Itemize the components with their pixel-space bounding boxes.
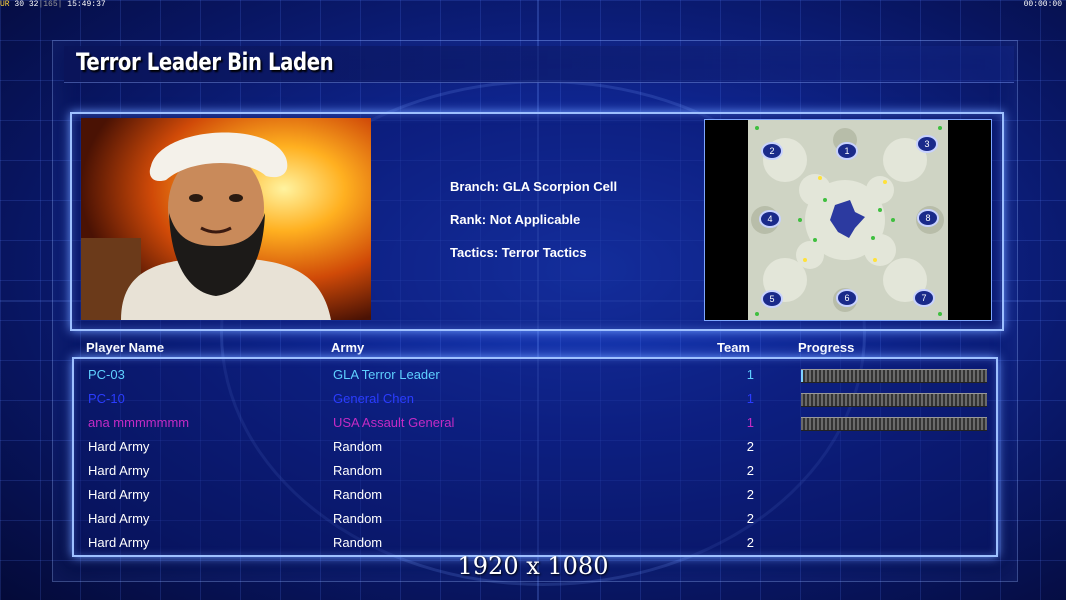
map-slot-4[interactable]: 4 — [759, 210, 781, 228]
table-row: ana mmmmmmm USA Assault General 1 — [74, 411, 996, 435]
map-slot-2[interactable]: 2 — [761, 142, 783, 160]
header-army: Army — [331, 340, 365, 355]
player-army: Random — [333, 439, 383, 454]
map-slot-6[interactable]: 6 — [836, 289, 858, 307]
player-team: 2 — [746, 535, 754, 550]
table-row: PC-10 General Chen 1 — [74, 387, 996, 411]
general-portrait — [81, 118, 371, 320]
player-name: Hard Army — [88, 487, 150, 502]
map-slot-7[interactable]: 7 — [913, 289, 935, 307]
table-row: Hard Army Random 2 — [74, 507, 996, 531]
player-team: 1 — [746, 367, 754, 382]
player-name: PC-10 — [88, 391, 125, 406]
player-team: 1 — [746, 391, 754, 406]
map-slot-1[interactable]: 1 — [836, 142, 858, 160]
hud-top-right: 00:00:00 — [1023, 0, 1062, 9]
player-name: Hard Army — [88, 463, 150, 478]
player-name: Hard Army — [88, 535, 150, 550]
player-army: USA Assault General — [333, 415, 455, 430]
player-army: General Chen — [333, 391, 414, 406]
header-team: Team — [717, 340, 750, 355]
player-army: Random — [333, 463, 383, 478]
player-name: PC-03 — [88, 367, 125, 382]
player-name: ana mmmmmmm — [88, 415, 190, 430]
load-progress-bar — [801, 417, 987, 431]
player-team: 2 — [746, 511, 754, 526]
player-army: Random — [333, 511, 383, 526]
hud-values: 30 32 — [14, 0, 39, 9]
load-progress-fill — [801, 370, 803, 382]
player-team: 2 — [746, 439, 754, 454]
table-row: PC-03 GLA Terror Leader 1 — [74, 363, 996, 387]
player-name: Hard Army — [88, 439, 150, 454]
hud-label: UR — [0, 0, 10, 9]
table-row: Hard Army Random 2 — [74, 483, 996, 507]
map-preview: 1 2 3 4 5 6 7 8 — [704, 119, 992, 321]
table-row: Hard Army Random 2 — [74, 459, 996, 483]
player-army: GLA Terror Leader — [333, 367, 440, 382]
header-player-name: Player Name — [86, 340, 165, 355]
table-row: Hard Army Random 2 — [74, 435, 996, 459]
player-team: 1 — [746, 415, 754, 430]
resolution-label: 1920 x 1080 — [457, 552, 609, 580]
map-slot-3[interactable]: 3 — [916, 135, 938, 153]
player-team: 2 — [746, 463, 754, 478]
header-progress: Progress — [798, 340, 855, 355]
player-name: Hard Army — [88, 511, 150, 526]
hud-clock: 15:49:37 — [67, 0, 106, 9]
player-team: 2 — [746, 487, 754, 502]
map-slot-8[interactable]: 8 — [917, 209, 939, 227]
page-title: Terror Leader Bin Laden — [76, 48, 334, 76]
player-table: PC-03 GLA Terror Leader 1 PC-10 General … — [72, 357, 998, 557]
load-progress-bar — [801, 393, 987, 407]
branch-text: Branch: GLA Scorpion Cell — [450, 179, 618, 194]
tactics-text: Tactics: Terror Tactics — [450, 245, 587, 260]
load-progress-bar — [801, 369, 987, 383]
player-army: Random — [333, 535, 383, 550]
player-army: Random — [333, 487, 383, 502]
hud-count: 165 — [43, 0, 58, 9]
rank-text: Rank: Not Applicable — [450, 212, 581, 227]
hud-top-left: UR 30 32|165| 15:49:37 — [0, 0, 106, 9]
map-slot-5[interactable]: 5 — [761, 290, 783, 308]
